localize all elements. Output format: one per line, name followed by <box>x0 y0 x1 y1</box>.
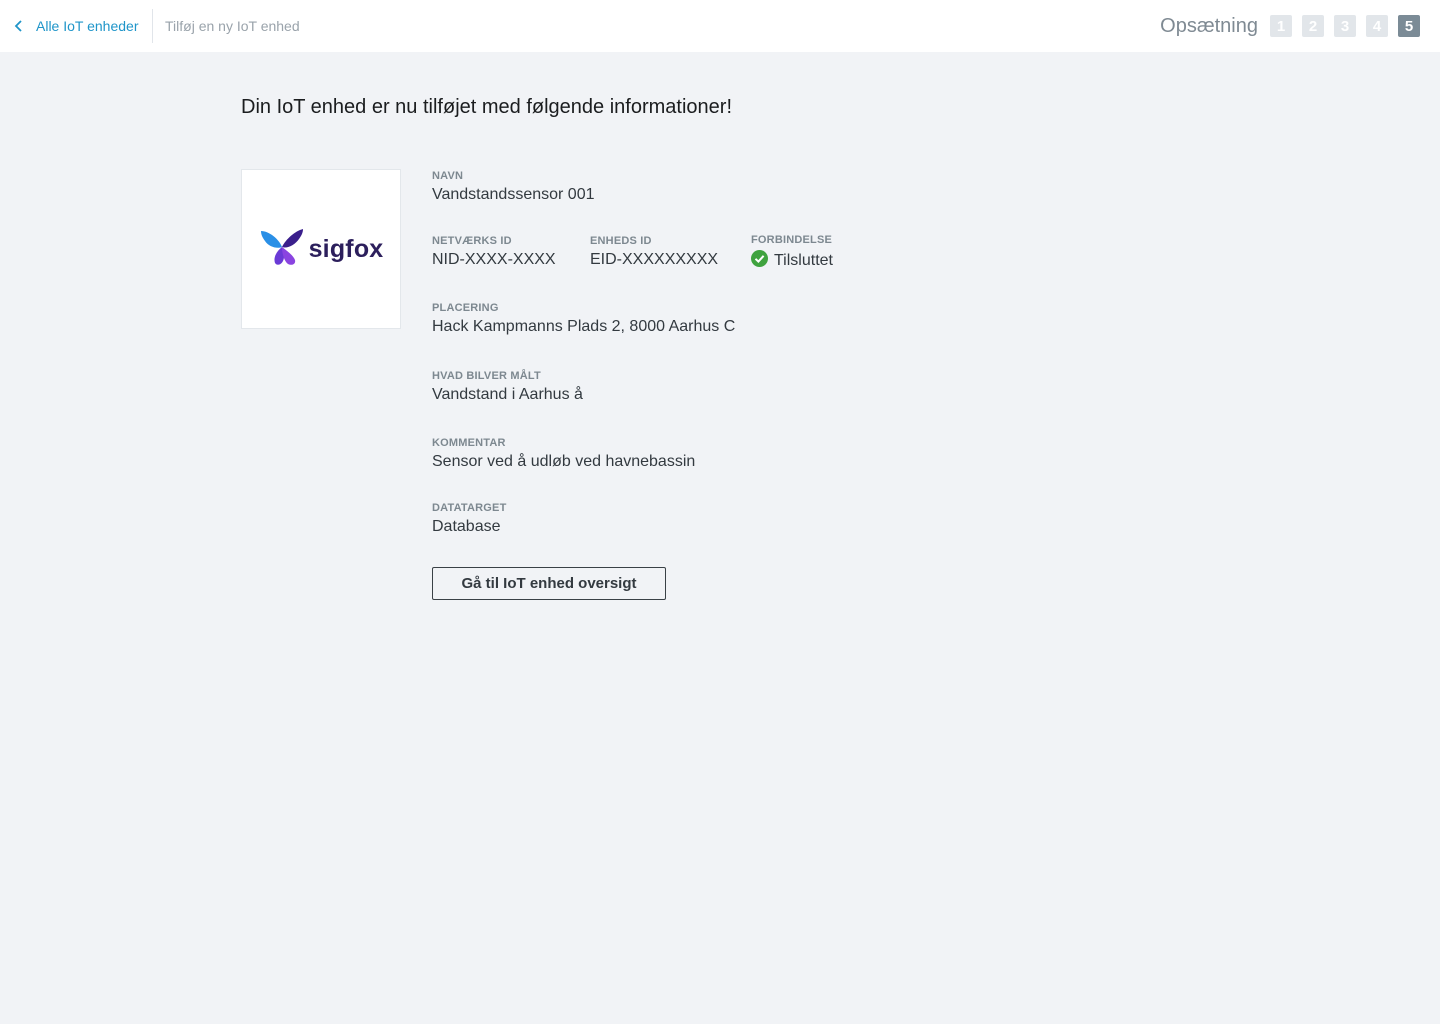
field-network-id-label: NETVÆRKS ID <box>432 235 512 247</box>
field-location-value: Hack Kampmanns Plads 2, 8000 Aarhus C <box>432 318 736 335</box>
field-connection: FORBINDELSE Tilsluttet <box>751 234 833 272</box>
field-name-label: NAVN <box>432 170 464 182</box>
field-comment-value: Sensor ved å udløb ved havnebassin <box>432 453 696 470</box>
field-name: NAVN Vandstandssensor 001 <box>432 170 594 204</box>
field-comment: KOMMENTAR Sensor ved å udløb ved havneba… <box>432 437 695 471</box>
connection-status-text: Tilsluttet <box>774 252 833 269</box>
field-datatarget: DATATARGET Database <box>432 502 507 536</box>
field-connection-label: FORBINDELSE <box>751 234 833 246</box>
page-heading: Din IoT enhed er nu tilføjet med følgend… <box>241 96 732 118</box>
field-name-value: Vandstandssensor 001 <box>432 186 595 203</box>
step-2: 2 <box>1302 15 1324 37</box>
field-device-id-label: ENHEDS ID <box>590 235 652 247</box>
field-location-label: PLACERING <box>432 302 499 314</box>
field-network-id: NETVÆRKS ID NID-XXXX-XXXX <box>432 235 556 269</box>
field-measures-label: HVAD BILVER MÅLT <box>432 370 541 382</box>
field-location: PLACERING Hack Kampmanns Plads 2, 8000 A… <box>432 302 735 336</box>
setup-steps: Opsætning 1 2 3 4 5 <box>1160 0 1420 52</box>
step-1: 1 <box>1270 15 1292 37</box>
step-3: 3 <box>1334 15 1356 37</box>
chevron-left-icon <box>14 20 24 32</box>
connection-status: Tilsluttet <box>751 250 833 272</box>
check-circle-icon <box>751 250 768 272</box>
field-measures: HVAD BILVER MÅLT Vandstand i Aarhus å <box>432 370 583 404</box>
field-comment-label: KOMMENTAR <box>432 437 506 449</box>
breadcrumb-divider <box>152 9 153 43</box>
step-5: 5 <box>1398 15 1420 37</box>
field-network-id-value: NID-XXXX-XXXX <box>432 251 556 268</box>
field-device-id-value: EID-XXXXXXXXX <box>590 251 719 268</box>
field-device-id: ENHEDS ID EID-XXXXXXXXX <box>590 235 718 269</box>
back-link[interactable]: Alle IoT enheder <box>14 0 138 52</box>
breadcrumb-current: Tilføj en ny IoT enhed <box>165 18 300 34</box>
field-datatarget-label: DATATARGET <box>432 502 507 514</box>
top-bar: Alle IoT enheder Tilføj en ny IoT enhed … <box>0 0 1440 52</box>
device-logo-card: sigfox <box>241 169 401 329</box>
sigfox-logo: sigfox <box>259 227 384 272</box>
field-measures-value: Vandstand i Aarhus å <box>432 386 583 403</box>
sigfox-butterfly-icon <box>259 227 305 272</box>
go-to-overview-button[interactable]: Gå til IoT enhed oversigt <box>432 567 666 600</box>
step-4: 4 <box>1366 15 1388 37</box>
field-datatarget-value: Database <box>432 518 501 535</box>
back-link-label: Alle IoT enheder <box>36 18 139 34</box>
setup-label: Opsætning <box>1160 14 1258 37</box>
sigfox-logo-text: sigfox <box>308 234 384 263</box>
